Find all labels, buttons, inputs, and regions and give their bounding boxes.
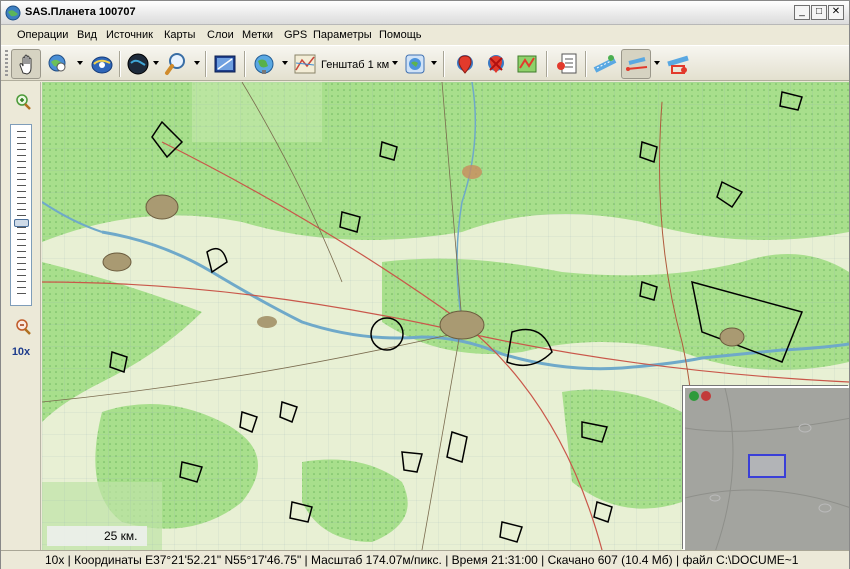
menu-bar: Операции Вид Источник Карты Слои Метки G… (1, 26, 849, 45)
hand-icon (19, 54, 32, 75)
zoom-in-icon[interactable] (14, 93, 32, 111)
window-title: SAS.Планета 100707 (25, 6, 136, 18)
delete-mark-button[interactable] (481, 49, 511, 79)
satellite-button[interactable] (87, 49, 117, 79)
magnifier-icon (165, 53, 185, 75)
scale-label: 25 км. (104, 529, 138, 543)
menu-source[interactable]: Источник (106, 29, 153, 41)
minimap-viewport-frame[interactable] (748, 454, 786, 478)
toolbar-separator (119, 51, 121, 77)
menu-marks[interactable]: Метки (242, 29, 273, 41)
menu-gps[interactable]: GPS (284, 29, 307, 41)
toolbar-separator (244, 51, 246, 77)
satellite-icon (91, 56, 113, 74)
chevron-down-icon[interactable] (77, 61, 83, 65)
pin-cross-icon (488, 55, 504, 73)
chevron-down-icon[interactable] (431, 61, 437, 65)
zoom-level-label: 10x (11, 346, 31, 358)
select-region-button[interactable] (663, 49, 693, 79)
add-mark-button[interactable] (450, 49, 480, 79)
menu-help[interactable]: Помощь (379, 29, 422, 41)
chevron-down-icon[interactable] (194, 61, 200, 65)
map-type-label[interactable]: Генштаб 1 км (321, 59, 389, 71)
fullscreen-button[interactable] (210, 49, 240, 79)
title-bar[interactable]: SAS.Планета 100707 _ □ ✕ (1, 1, 849, 25)
search-place-button[interactable] (43, 49, 73, 79)
close-button[interactable]: ✕ (828, 5, 844, 20)
layers-button[interactable] (400, 49, 430, 79)
marks-list-button[interactable] (552, 49, 582, 79)
menu-layers[interactable]: Слои (207, 29, 234, 41)
dark-globe-button[interactable] (123, 49, 153, 79)
minimap[interactable] (683, 386, 849, 550)
line-measure-icon (626, 57, 648, 71)
measure-line-button[interactable] (621, 49, 651, 79)
route-icon (593, 55, 617, 73)
toolbar-separator (205, 51, 207, 77)
route-button[interactable] (590, 49, 620, 79)
chevron-down-icon[interactable] (153, 61, 159, 65)
app-window: SAS.Планета 100707 _ □ ✕ Операции Вид Ис… (0, 0, 850, 569)
main-toolbar: Генштаб 1 км (1, 45, 849, 81)
minimap-zoom-out-icon[interactable] (701, 391, 711, 401)
minimize-button[interactable]: _ (794, 5, 810, 20)
zoom-slider-thumb[interactable] (14, 219, 29, 227)
app-globe-icon (5, 5, 21, 21)
zoom-tool-button[interactable] (161, 49, 191, 79)
pin-red-icon (457, 55, 473, 74)
fullscreen-icon (214, 55, 236, 73)
menu-view[interactable]: Вид (77, 29, 97, 41)
genshtab-map-icon (294, 54, 316, 74)
pan-tool-button[interactable] (11, 49, 41, 79)
maximize-button[interactable]: □ (811, 5, 827, 20)
toolbar-separator (585, 51, 587, 77)
menu-operations[interactable]: Операции (17, 29, 68, 41)
map-view[interactable]: 25 км. (42, 82, 849, 550)
world-icon (254, 54, 274, 74)
chevron-down-icon[interactable] (392, 61, 398, 65)
polygon-select-icon (667, 55, 689, 74)
marks-list-icon (557, 53, 577, 74)
dark-globe-icon (127, 53, 149, 75)
menu-maps[interactable]: Карты (164, 29, 195, 41)
toolbar-separator (546, 51, 548, 77)
map-type-button[interactable] (290, 49, 320, 79)
status-text: 10x | Координаты E37°21'52.21" N55°17'46… (45, 553, 799, 567)
pin-path-icon (517, 55, 537, 73)
menu-settings[interactable]: Параметры (313, 29, 372, 41)
world-map-button[interactable] (249, 49, 279, 79)
chevron-down-icon[interactable] (654, 61, 660, 65)
zoom-panel: 10x (1, 82, 41, 550)
minimap-zoom-in-icon[interactable] (689, 391, 699, 401)
zoom-slider-ticks (17, 131, 26, 299)
zoom-out-icon[interactable] (14, 318, 32, 336)
layers-icon (405, 54, 425, 74)
toolbar-grip[interactable] (5, 50, 8, 78)
add-path-button[interactable] (512, 49, 542, 79)
status-bar: 10x | Координаты E37°21'52.21" N55°17'46… (1, 550, 849, 569)
chevron-down-icon[interactable] (282, 61, 288, 65)
toolbar-separator (443, 51, 445, 77)
zoom-slider[interactable] (10, 124, 32, 306)
scale-bar: 25 км. (47, 526, 147, 546)
globe-search-icon (48, 54, 66, 72)
